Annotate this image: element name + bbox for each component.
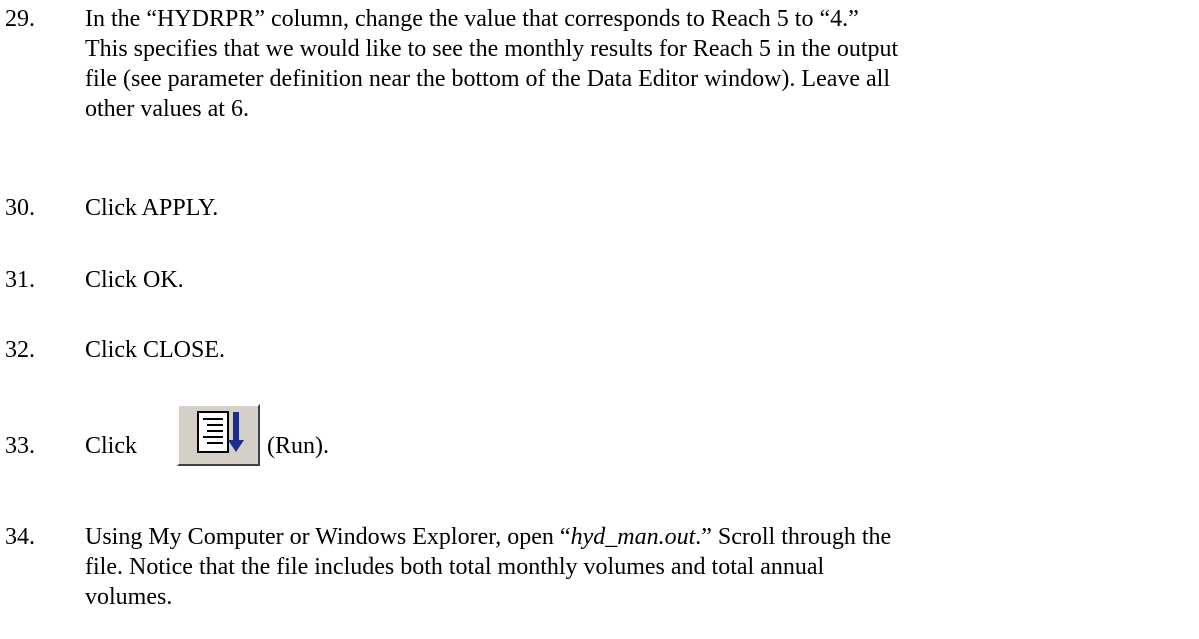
step-text: Click CLOSE.	[85, 335, 1195, 365]
text-line: Click APPLY.	[85, 195, 219, 221]
step-number: 32.	[5, 337, 35, 363]
step-number: 31.	[5, 267, 35, 293]
step-32: 32. Click CLOSE.	[0, 335, 1199, 367]
text-line: Click OK.	[85, 267, 184, 293]
text-line: Click CLOSE.	[85, 337, 226, 363]
step-29: 29. In the “HYDRPR” column, change the v…	[0, 4, 1199, 128]
step-text: In the “HYDRPR” column, change the value…	[85, 4, 1195, 124]
step-number: 29.	[5, 6, 35, 32]
text-line: volumes.	[85, 584, 173, 610]
text-line: other values at 6.	[85, 96, 249, 122]
step-text-before: Click	[85, 433, 137, 459]
text-line: Using My Computer or Windows Explorer, o…	[85, 522, 1195, 552]
step-30: 30. Click APPLY.	[0, 193, 1199, 225]
step-text: Using My Computer or Windows Explorer, o…	[85, 522, 1195, 612]
text-line: file (see parameter definition near the …	[85, 66, 891, 92]
filename: hyd_man.out	[570, 524, 696, 550]
text-line: In the “HYDRPR” column, change the value…	[85, 6, 859, 32]
step-number: 34.	[5, 524, 35, 550]
run-button[interactable]	[177, 404, 260, 466]
step-33: 33. Click (Run).	[0, 401, 600, 466]
text-line: This specifies that we would like to see…	[85, 36, 899, 62]
step-31: 31. Click OK.	[0, 265, 1199, 297]
text-segment: Using My Computer or Windows Explorer, o…	[85, 524, 571, 550]
text-segment: .” Scroll through the	[695, 524, 892, 550]
step-number: 30.	[5, 195, 35, 221]
text-line: file. Notice that the file includes both…	[85, 554, 825, 580]
step-text: Click APPLY.	[85, 193, 1195, 223]
step-text-after: (Run).	[267, 433, 329, 459]
run-icon	[197, 411, 244, 453]
step-number: 33.	[5, 433, 35, 459]
step-text: Click OK.	[85, 265, 1195, 295]
step-34: 34. Using My Computer or Windows Explore…	[0, 522, 1199, 618]
